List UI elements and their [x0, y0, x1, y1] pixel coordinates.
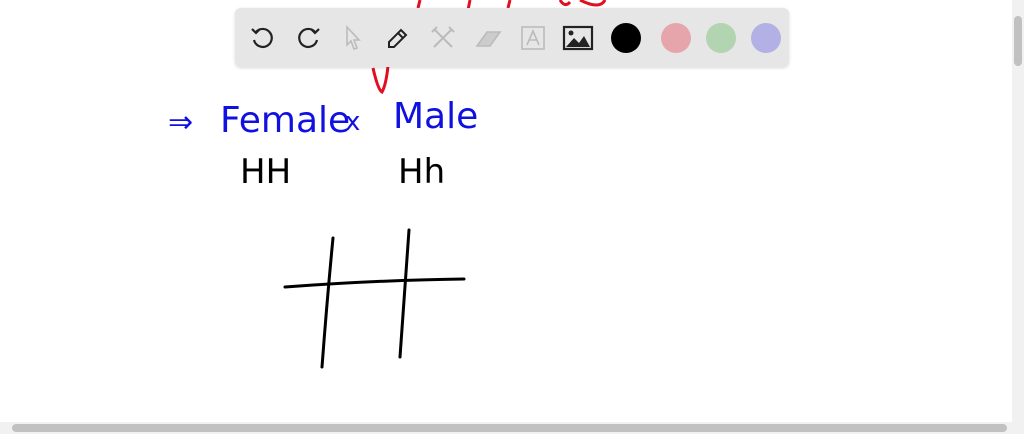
- female-genotype-text: HH: [240, 152, 291, 192]
- pen-icon: [388, 28, 408, 48]
- cross-text: x: [345, 107, 360, 137]
- eraser-icon: [475, 30, 502, 47]
- color-black-swatch[interactable]: [611, 22, 641, 53]
- eraser-button[interactable]: [470, 20, 506, 56]
- color-green-swatch[interactable]: [706, 22, 736, 53]
- undo-button[interactable]: [245, 20, 281, 56]
- image-icon: [562, 25, 594, 50]
- text-button[interactable]: [515, 20, 551, 56]
- undo-icon: [251, 27, 273, 48]
- punnett-square-lines: [283, 228, 466, 369]
- color-pink-swatch[interactable]: [661, 22, 691, 53]
- male-genotype-text: Hh: [398, 152, 445, 192]
- vertical-scroll-thumb[interactable]: [1014, 16, 1022, 66]
- vertical-scrollbar[interactable]: [1012, 0, 1024, 422]
- arrow-text: ⇒: [168, 105, 193, 140]
- tools-icon: [431, 25, 455, 48]
- select-icon: [346, 24, 361, 50]
- female-text: Female: [220, 100, 350, 141]
- male-text: Male: [393, 96, 478, 137]
- tools-button[interactable]: [425, 20, 461, 56]
- horizontal-scroll-thumb[interactable]: [12, 424, 1007, 432]
- color-purple-swatch[interactable]: [751, 22, 781, 53]
- text-icon: [521, 25, 545, 50]
- select-button[interactable]: [335, 20, 371, 56]
- horizontal-scrollbar[interactable]: [0, 422, 1024, 434]
- drawing-toolbar: [235, 8, 789, 67]
- pen-button[interactable]: [380, 20, 416, 56]
- redo-button[interactable]: [290, 20, 326, 56]
- image-button[interactable]: [560, 20, 596, 56]
- red-check-stroke: [371, 65, 390, 94]
- redo-icon: [298, 27, 320, 48]
